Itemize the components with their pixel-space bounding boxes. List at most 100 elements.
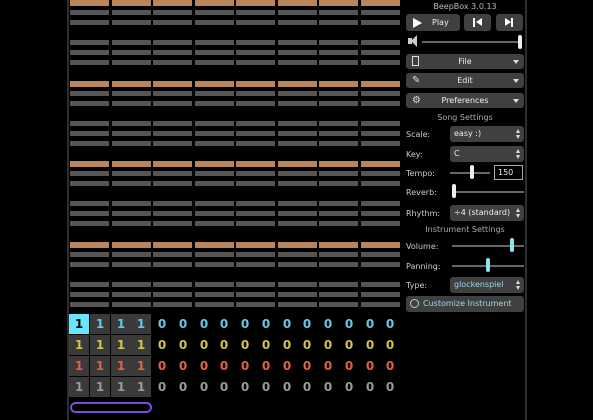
piano-roll-cell[interactable] [70,40,109,45]
key-select[interactable]: C [450,146,524,162]
piano-roll-note-row[interactable] [69,262,401,267]
pattern-cell[interactable]: 0 [214,356,234,376]
piano-roll-cell[interactable] [278,161,317,167]
piano-roll-octave-row[interactable] [69,0,401,6]
piano-roll-cell[interactable] [112,262,151,267]
piano-roll-cell[interactable] [361,211,400,216]
piano-roll-cell[interactable] [70,252,109,257]
piano-roll-cell[interactable] [153,10,192,15]
piano-roll-cell[interactable] [361,20,400,25]
piano-roll-cell[interactable] [112,141,151,146]
pattern-cell[interactable]: 0 [380,335,400,355]
piano-roll-cell[interactable] [70,20,109,25]
tempo-input[interactable]: 150 [494,165,523,180]
piano-roll-cell[interactable] [278,221,317,226]
piano-roll-note-row[interactable] [69,171,401,176]
piano-roll-cell[interactable] [361,0,400,6]
pattern-cell[interactable]: 0 [318,377,338,397]
piano-roll-cell[interactable] [236,40,275,45]
preferences-menu[interactable]: ⚙ Preferences [406,93,524,108]
scale-select[interactable]: easy :) [450,126,524,142]
piano-roll-cell[interactable] [319,0,358,6]
pattern-cell[interactable]: 0 [194,335,214,355]
pattern-cell[interactable]: 0 [380,314,400,334]
piano-roll-cell[interactable] [319,101,358,106]
file-menu[interactable]: File [406,54,524,69]
piano-roll-cell[interactable] [236,252,275,257]
piano-roll-cell[interactable] [319,252,358,257]
pattern-cell[interactable]: 0 [297,335,317,355]
piano-roll-cell[interactable] [195,20,234,25]
piano-roll-cell[interactable] [236,161,275,167]
pattern-cell[interactable]: 0 [152,377,172,397]
piano-roll-cell[interactable] [319,201,358,206]
pattern-cell[interactable]: 0 [256,335,276,355]
pattern-cell[interactable]: 1 [90,356,110,376]
piano-roll-cell[interactable] [195,211,234,216]
piano-roll-cell[interactable] [112,282,151,287]
piano-roll-cell[interactable] [112,201,151,206]
piano-roll-cell[interactable] [278,60,317,65]
pattern-cell[interactable]: 0 [297,314,317,334]
pattern-cell[interactable]: 0 [318,314,338,334]
piano-roll-cell[interactable] [278,292,317,297]
edit-menu[interactable]: ✎ Edit [406,73,524,88]
piano-roll-note-row[interactable] [69,282,401,287]
piano-roll-note-row[interactable] [69,141,401,146]
pattern-cell[interactable]: 1 [131,314,151,334]
piano-roll-cell[interactable] [195,262,234,267]
piano-roll-cell[interactable] [195,282,234,287]
pattern-cell[interactable]: 0 [152,314,172,334]
piano-roll-cell[interactable] [153,302,192,307]
piano-roll-cell[interactable] [70,161,109,167]
piano-roll-cell[interactable] [278,181,317,186]
piano-roll-cell[interactable] [236,201,275,206]
piano-roll-cell[interactable] [195,10,234,15]
piano-roll-cell[interactable] [70,262,109,267]
pattern-cell[interactable]: 0 [360,356,380,376]
pattern-cell[interactable]: 1 [90,314,110,334]
piano-roll-cell[interactable] [70,0,109,6]
previous-bar-button[interactable] [464,14,491,31]
piano-roll-cell[interactable] [195,171,234,176]
piano-roll-cell[interactable] [319,292,358,297]
piano-roll-cell[interactable] [278,10,317,15]
piano-roll-cell[interactable] [319,181,358,186]
pattern-cell[interactable]: 0 [152,335,172,355]
master-volume-slider[interactable] [518,35,522,49]
piano-roll-octave-row[interactable] [69,81,401,87]
piano-roll-note-row[interactable] [69,252,401,257]
piano-roll-cell[interactable] [361,121,400,126]
piano-roll-cell[interactable] [112,211,151,216]
piano-roll-cell[interactable] [319,242,358,248]
pattern-cell[interactable]: 1 [111,377,131,397]
piano-roll-octave-row[interactable] [69,242,401,248]
piano-roll-cell[interactable] [319,10,358,15]
piano-roll-cell[interactable] [319,81,358,87]
pattern-cell[interactable]: 0 [297,377,317,397]
pattern-cell[interactable]: 0 [256,356,276,376]
piano-roll-cell[interactable] [112,302,151,307]
piano-roll-cell[interactable] [278,121,317,126]
piano-roll-cell[interactable] [153,91,192,96]
piano-roll-cell[interactable] [278,0,317,6]
piano-roll-cell[interactable] [361,50,400,55]
piano-roll-cell[interactable] [112,292,151,297]
piano-roll-cell[interactable] [361,81,400,87]
piano-roll-cell[interactable] [236,50,275,55]
piano-roll-cell[interactable] [361,91,400,96]
piano-roll-cell[interactable] [70,171,109,176]
piano-roll-note-row[interactable] [69,20,401,25]
piano-roll-cell[interactable] [70,181,109,186]
pattern-cell[interactable]: 0 [360,377,380,397]
piano-roll-cell[interactable] [195,161,234,167]
piano-roll-cell[interactable] [319,60,358,65]
piano-roll-cell[interactable] [153,292,192,297]
pattern-cell[interactable]: 0 [173,314,193,334]
piano-roll-cell[interactable] [236,10,275,15]
piano-roll-cell[interactable] [195,91,234,96]
piano-roll-cell[interactable] [70,91,109,96]
piano-roll-cell[interactable] [319,40,358,45]
piano-roll-cell[interactable] [236,0,275,6]
pattern-cell[interactable]: 1 [69,314,89,334]
